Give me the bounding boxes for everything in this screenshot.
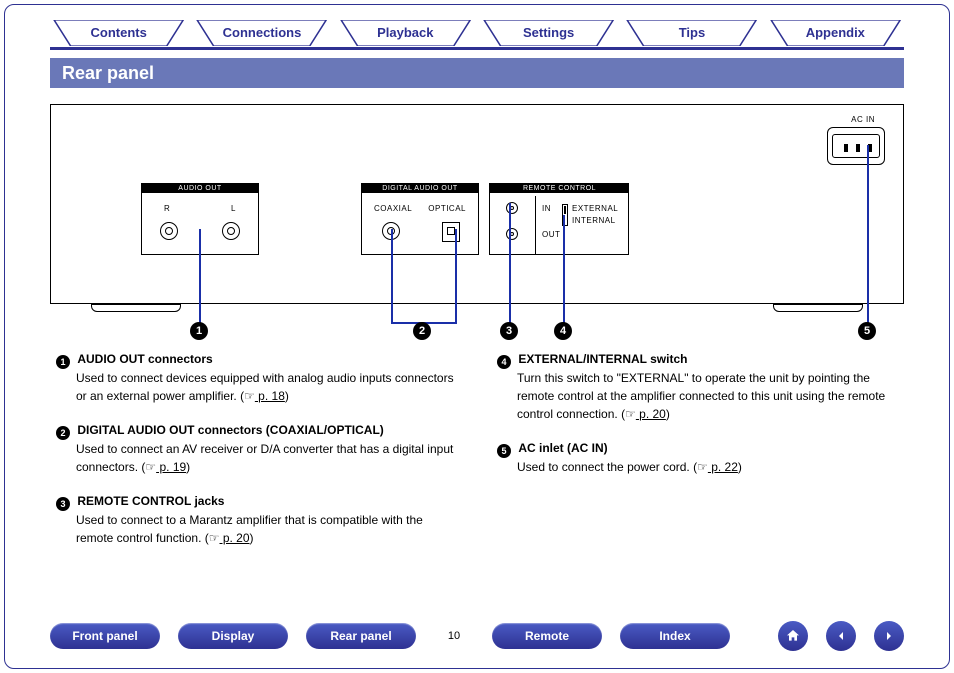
tab-label: Appendix	[806, 25, 865, 40]
audio-out-r-label: R	[164, 204, 170, 213]
digital-out-block: DIGITAL AUDIO OUT COAXIAL OPTICAL	[361, 183, 479, 255]
desc-num: 1	[56, 355, 70, 369]
audio-out-l-label: L	[231, 204, 236, 213]
tab-label: Settings	[523, 25, 574, 40]
ac-in-label: AC IN	[851, 115, 875, 124]
callout-1: 1	[190, 322, 208, 340]
tab-settings[interactable]: Settings	[480, 20, 617, 46]
hand-icon: ☞	[209, 531, 220, 545]
callout-4: 4	[554, 322, 572, 340]
desc-item-1: 1 AUDIO OUT connectors Used to connect d…	[56, 350, 457, 405]
external-label: EXTERNAL	[572, 204, 618, 213]
optical-label: OPTICAL	[428, 204, 466, 213]
hand-icon: ☞	[244, 389, 255, 403]
desc-body: Used to connect devices equipped with an…	[56, 369, 457, 405]
tab-label: Tips	[679, 25, 706, 40]
callout-5: 5	[858, 322, 876, 340]
remote-out-jack	[506, 228, 518, 240]
descriptions-left: 1 AUDIO OUT connectors Used to connect d…	[56, 350, 457, 563]
index-button[interactable]: Index	[620, 623, 730, 649]
page-ref-link[interactable]: p. 18	[255, 389, 285, 403]
desc-title: AUDIO OUT connectors	[77, 352, 212, 366]
remote-button[interactable]: Remote	[492, 623, 602, 649]
prev-icon[interactable]	[826, 621, 856, 651]
foot-right	[773, 304, 863, 312]
remote-in-jack	[506, 202, 518, 214]
callout-3: 3	[500, 322, 518, 340]
hand-icon: ☞	[145, 460, 156, 474]
descriptions-right: 4 EXTERNAL/INTERNAL switch Turn this swi…	[497, 350, 898, 563]
remote-control-header: REMOTE CONTROL	[490, 184, 629, 193]
coaxial-label: COAXIAL	[374, 204, 412, 213]
desc-item-3: 3 REMOTE CONTROL jacks Used to connect t…	[56, 492, 457, 547]
section-title: Rear panel	[62, 63, 154, 83]
callout-2: 2	[413, 322, 431, 340]
desc-title: DIGITAL AUDIO OUT connectors (COAXIAL/OP…	[77, 423, 383, 437]
tab-playback[interactable]: Playback	[337, 20, 474, 46]
callout-line-1	[199, 229, 201, 324]
desc-title: REMOTE CONTROL jacks	[77, 494, 224, 508]
tab-label: Connections	[223, 25, 302, 40]
section-title-bar: Rear panel	[50, 58, 904, 88]
home-icon[interactable]	[778, 621, 808, 651]
descriptions: 1 AUDIO OUT connectors Used to connect d…	[56, 350, 898, 563]
rear-panel-diagram: AC IN AUDIO OUT R L DIGITAL AUDIO OUT CO…	[50, 104, 904, 304]
callout-line-2	[391, 229, 393, 324]
hand-icon: ☞	[625, 407, 636, 421]
remote-in-label: IN	[542, 204, 551, 213]
desc-num: 4	[497, 355, 511, 369]
desc-body: Used to connect an AV receiver or D/A co…	[56, 440, 457, 476]
desc-title: EXTERNAL/INTERNAL switch	[518, 352, 687, 366]
desc-body: Used to connect to a Marantz amplifier t…	[56, 511, 457, 547]
front-panel-button[interactable]: Front panel	[50, 623, 160, 649]
next-icon[interactable]	[874, 621, 904, 651]
tab-appendix[interactable]: Appendix	[767, 20, 904, 46]
remote-out-label: OUT	[542, 230, 560, 239]
optical-jack	[442, 222, 460, 242]
desc-title: AC inlet (AC IN)	[518, 441, 607, 455]
page-number: 10	[434, 630, 474, 642]
rca-l-jack	[222, 222, 240, 240]
desc-num: 2	[56, 426, 70, 440]
hand-icon: ☞	[697, 460, 708, 474]
tab-connections[interactable]: Connections	[193, 20, 330, 46]
desc-num: 3	[56, 497, 70, 511]
audio-out-header: AUDIO OUT	[142, 184, 258, 193]
callout-line-3	[509, 203, 511, 324]
tabs-underline	[50, 47, 904, 50]
desc-item-2: 2 DIGITAL AUDIO OUT connectors (COAXIAL/…	[56, 421, 457, 476]
desc-body: Turn this switch to "EXTERNAL" to operat…	[497, 369, 898, 423]
digital-out-header: DIGITAL AUDIO OUT	[362, 184, 478, 193]
page-ref-link[interactable]: p. 19	[156, 460, 186, 474]
top-tabs-row: Contents Connections Playback Settings T…	[50, 20, 904, 46]
desc-body: Used to connect the power cord. (☞ p. 22…	[497, 458, 898, 476]
tab-label: Playback	[377, 25, 433, 40]
page-ref-link[interactable]: p. 20	[220, 531, 250, 545]
tab-tips[interactable]: Tips	[623, 20, 760, 46]
page-ref-link[interactable]: p. 20	[636, 407, 666, 421]
callout-line-5	[867, 145, 869, 324]
callout-line-4	[563, 215, 565, 324]
desc-num: 5	[497, 444, 511, 458]
page-ref-link[interactable]: p. 22	[708, 460, 738, 474]
desc-item-4: 4 EXTERNAL/INTERNAL switch Turn this swi…	[497, 350, 898, 423]
bottom-nav-row: Front panel Display Rear panel 10 Remote…	[50, 621, 904, 651]
tab-label: Contents	[90, 25, 146, 40]
callout-line-2b	[455, 229, 457, 324]
ac-inlet-icon	[827, 127, 885, 165]
internal-label: INTERNAL	[572, 216, 616, 225]
tab-contents[interactable]: Contents	[50, 20, 187, 46]
rca-r-jack	[160, 222, 178, 240]
desc-item-5: 5 AC inlet (AC IN) Used to connect the p…	[497, 439, 898, 476]
foot-left	[91, 304, 181, 312]
display-button[interactable]: Display	[178, 623, 288, 649]
rear-panel-button[interactable]: Rear panel	[306, 623, 416, 649]
